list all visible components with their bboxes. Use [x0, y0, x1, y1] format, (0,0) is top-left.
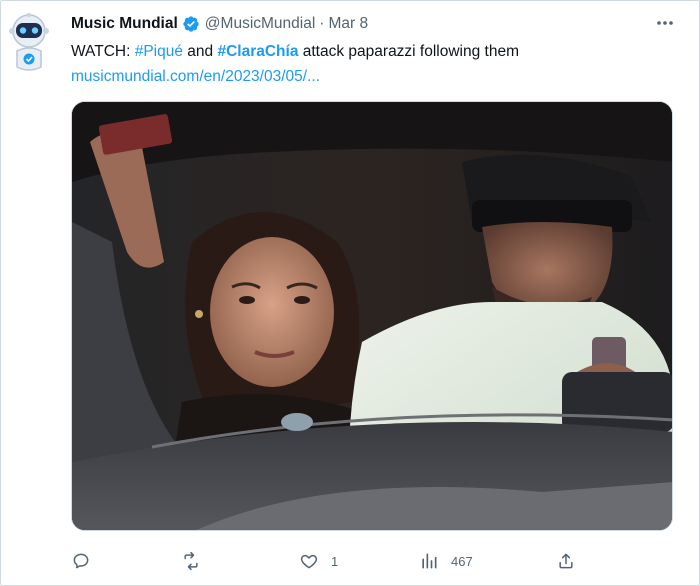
tweet-text-prefix: WATCH: — [71, 43, 135, 60]
car-photo-illustration — [72, 102, 672, 530]
tweet-header: Music Mundial @MusicMundial · Mar 8 — [71, 13, 671, 35]
reply-button[interactable] — [71, 547, 103, 575]
tweet-link[interactable]: musicmundial.com/en/2023/03/05/... — [71, 68, 320, 86]
more-options-button[interactable] — [653, 11, 677, 35]
share-icon — [559, 553, 573, 569]
author-avatar[interactable] — [7, 11, 51, 73]
tweet-photo[interactable] — [71, 101, 673, 531]
views-icon — [422, 553, 437, 569]
tweet-card[interactable]: Music Mundial @MusicMundial · Mar 8 WATC… — [0, 0, 700, 586]
author-handle[interactable]: @MusicMundial — [205, 15, 316, 33]
tweet-actions-bar: 1 467 — [71, 547, 591, 575]
more-dots-icon — [657, 21, 673, 25]
hashtag-pique[interactable]: #Piqué — [135, 43, 183, 60]
verified-badge-icon — [182, 15, 200, 33]
views-button[interactable]: 467 — [419, 547, 473, 575]
tweet-text-suffix: attack paparazzi following them — [298, 43, 520, 60]
like-button[interactable]: 1 — [299, 547, 338, 575]
tweet-date[interactable]: Mar 8 — [328, 15, 368, 33]
heart-icon — [300, 554, 318, 569]
author-name[interactable]: Music Mundial — [71, 15, 178, 33]
separator-dot: · — [319, 15, 325, 32]
tweet-text-middle: and — [182, 43, 218, 60]
reply-icon — [73, 553, 89, 569]
retweet-icon — [184, 551, 198, 571]
retweet-button[interactable] — [181, 547, 213, 575]
share-button[interactable] — [556, 547, 588, 575]
robot-avatar-icon — [9, 13, 49, 71]
hashtag-clarachia[interactable]: #ClaraChía — [217, 43, 298, 60]
like-count: 1 — [331, 553, 339, 569]
views-count: 467 — [451, 553, 473, 569]
tweet-text: WATCH: #Piqué and #ClaraChía attack papa… — [71, 42, 519, 62]
